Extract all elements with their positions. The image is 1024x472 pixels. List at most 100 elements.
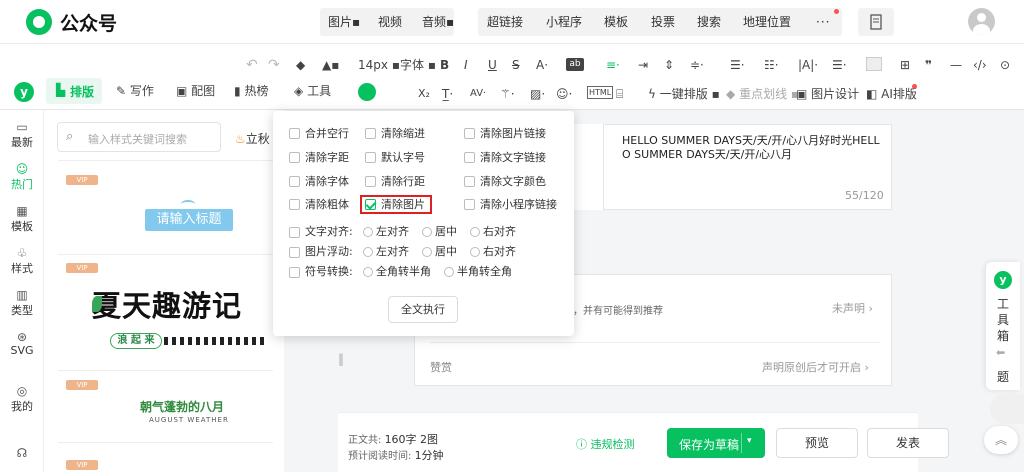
- list-icon[interactable]: ☰·: [832, 56, 847, 74]
- style-search-input[interactable]: ⌕ 输入样式关键词搜索: [57, 122, 221, 152]
- redo-icon[interactable]: ↷: [268, 56, 280, 74]
- table-icon[interactable]: ⊞: [900, 56, 910, 74]
- original-status[interactable]: 未声明 ›: [832, 300, 873, 316]
- toggle-switch[interactable]: [358, 83, 376, 101]
- cleanup-checkbox[interactable]: [289, 176, 300, 187]
- undo-icon[interactable]: ↶: [246, 56, 258, 74]
- paragraph-before-icon[interactable]: ☰·: [730, 56, 745, 74]
- briefcase-icon[interactable]: ⌸: [616, 85, 623, 103]
- full-to-half-radio[interactable]: [363, 267, 373, 277]
- insert-image-button[interactable]: 图片▪: [328, 8, 360, 36]
- tab-hot[interactable]: ▮ 热榜: [234, 82, 268, 100]
- float-checkbox[interactable]: [289, 247, 300, 258]
- highlight-line-button[interactable]: ◆ 重点划线 ▪: [726, 85, 799, 103]
- magic-icon[interactable]: ⚚·: [500, 85, 515, 103]
- plugin-logo-icon[interactable]: y: [14, 82, 34, 102]
- font-size-select[interactable]: 14px ▪: [358, 56, 400, 74]
- emoji-icon[interactable]: ☺·: [556, 85, 572, 103]
- cleanup-checkbox[interactable]: [365, 176, 376, 187]
- align-checkbox[interactable]: [289, 227, 300, 238]
- html-icon[interactable]: HTML: [587, 86, 614, 99]
- preview-button[interactable]: 预览: [776, 428, 858, 458]
- template-button[interactable]: 模板: [604, 8, 628, 36]
- sidebar-item-types[interactable]: ▥ 类型: [0, 288, 44, 318]
- cleanup-checkbox[interactable]: [365, 128, 376, 139]
- float-center-radio[interactable]: [422, 247, 432, 257]
- tab-write[interactable]: ✎ 写作: [116, 82, 154, 100]
- style-card-august[interactable]: 朝气蓬勃的八月: [140, 398, 224, 415]
- sidebar-item-hot[interactable]: ☺ 热门: [0, 162, 44, 192]
- sidebar-item-templates[interactable]: ▦ 模板: [0, 204, 44, 234]
- save-draft-button[interactable]: 保存为草稿 ▾: [667, 428, 765, 458]
- text-transform-icon[interactable]: T̲·: [442, 85, 453, 103]
- align-center-radio[interactable]: [422, 227, 432, 237]
- back-to-top-icon[interactable]: ︽: [984, 426, 1018, 454]
- location-button[interactable]: 地理位置: [743, 8, 791, 36]
- sidebar-item-mine[interactable]: ◎ 我的: [0, 384, 44, 414]
- subscript-icon[interactable]: X₂: [418, 85, 430, 103]
- violation-check-button[interactable]: ⓘ 违规检测: [576, 436, 635, 452]
- sidebar-item-svg[interactable]: ⊛ SVG: [0, 330, 44, 357]
- cleanup-checkbox[interactable]: [289, 199, 300, 210]
- strikethrough-icon[interactable]: S: [512, 56, 520, 74]
- horizontal-rule-icon[interactable]: —: [950, 56, 962, 74]
- tab-images[interactable]: ▣ 配图: [176, 82, 215, 100]
- page-preview-button[interactable]: [858, 8, 894, 36]
- cleanup-checkbox[interactable]: [289, 128, 300, 139]
- divider-icon[interactable]: [866, 57, 882, 71]
- align-left-radio[interactable]: [363, 227, 373, 237]
- float-left-radio[interactable]: [363, 247, 373, 257]
- search-button[interactable]: 搜索: [697, 8, 721, 36]
- tag-liqiu[interactable]: ♨立秋: [235, 130, 270, 147]
- summary-text[interactable]: HELLO SUMMER DAYS天/天/开/心八月好时光HELLO SUMME…: [622, 134, 884, 162]
- clear-format-icon[interactable]: ▲▪: [322, 56, 339, 74]
- mini-program-button[interactable]: 小程序: [546, 8, 582, 36]
- image-design-button[interactable]: ▣ 图片设计: [796, 85, 859, 103]
- format-painter-icon[interactable]: ◆: [296, 56, 305, 74]
- resize-handle[interactable]: ‖: [338, 352, 344, 366]
- insert-video-button[interactable]: 视频: [378, 8, 402, 36]
- headset-icon[interactable]: ☊: [0, 446, 44, 460]
- vote-button[interactable]: 投票: [651, 8, 675, 36]
- cleanup-checkbox[interactable]: [464, 199, 475, 210]
- style-card-title[interactable]: 请输入标题: [145, 209, 233, 231]
- settings-icon[interactable]: ⊙: [1000, 56, 1010, 74]
- align-right-radio[interactable]: [470, 227, 480, 237]
- letter-spacing-icon[interactable]: |A|·: [798, 56, 818, 74]
- sidebar-item-styles[interactable]: ♧ 样式: [0, 246, 44, 276]
- underline-icon[interactable]: U: [488, 56, 497, 74]
- tab-tools[interactable]: ◈ 工具: [294, 82, 331, 100]
- one-click-layout-button[interactable]: ϟ 一键排版 ▪: [648, 85, 720, 103]
- chart-icon[interactable]: ▨·: [530, 85, 545, 103]
- execute-all-button[interactable]: 全文执行: [388, 296, 458, 323]
- char-spacing-icon[interactable]: AV·: [470, 85, 486, 103]
- half-to-full-radio[interactable]: [444, 267, 454, 277]
- style-card-summer[interactable]: 夏天趣游记: [92, 283, 242, 325]
- float-right-radio[interactable]: [470, 247, 480, 257]
- cleanup-checkbox[interactable]: [365, 152, 376, 163]
- cleanup-checkbox[interactable]: [464, 152, 475, 163]
- more-button[interactable]: ···: [816, 8, 830, 36]
- cleanup-checkbox[interactable]: [464, 128, 475, 139]
- reward-status[interactable]: 声明原创后才可开启 ›: [762, 359, 869, 375]
- align-center-icon[interactable]: ≡·: [606, 56, 620, 74]
- ai-layout-button[interactable]: ◧ AI排版: [866, 85, 917, 103]
- font-family-select[interactable]: 字体 ▪: [400, 56, 436, 74]
- chevron-down-icon[interactable]: ▾: [747, 436, 752, 446]
- paragraph-spacing-icon[interactable]: ≑·: [690, 56, 704, 74]
- publish-button[interactable]: 发表: [867, 428, 949, 458]
- convert-checkbox[interactable]: [289, 267, 300, 278]
- cleanup-checkbox[interactable]: [289, 152, 300, 163]
- background-color-icon[interactable]: ab: [566, 58, 584, 71]
- cleanup-checkbox[interactable]: [464, 176, 475, 187]
- user-avatar[interactable]: [968, 8, 995, 35]
- sidebar-item-latest[interactable]: ▭ 最新: [0, 120, 44, 150]
- tab-layout[interactable]: ▙ 排版: [46, 78, 102, 104]
- italic-icon[interactable]: I: [464, 56, 468, 74]
- code-icon[interactable]: ‹/›: [973, 56, 987, 74]
- bold-icon[interactable]: B: [440, 56, 449, 74]
- font-color-icon[interactable]: A·: [536, 56, 548, 74]
- quote-icon[interactable]: ❞: [925, 56, 932, 74]
- paragraph-after-icon[interactable]: ☷·: [764, 56, 779, 74]
- indent-icon[interactable]: ⇥: [638, 56, 648, 74]
